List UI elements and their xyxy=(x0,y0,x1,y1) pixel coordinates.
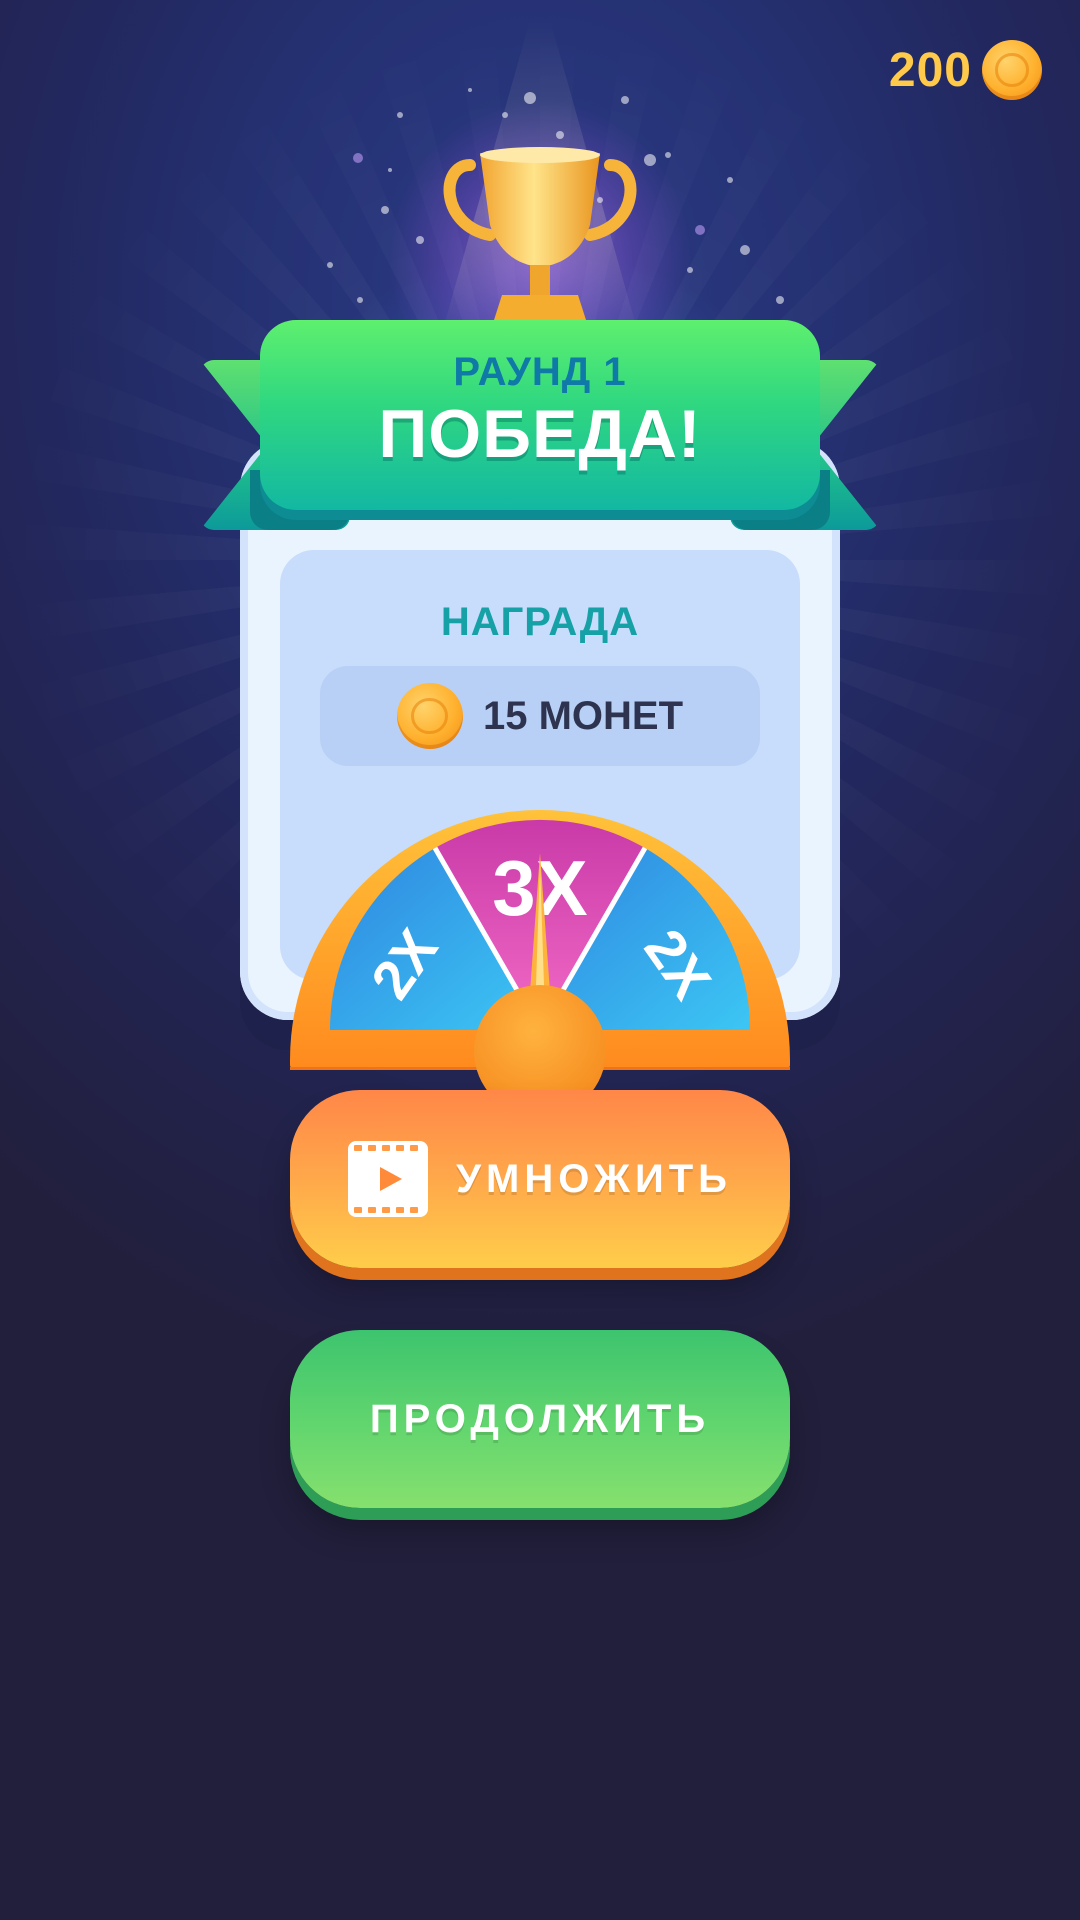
multiplier-wheel: 2X 3X 2X xyxy=(290,810,790,1117)
coin-counter: 200 xyxy=(889,40,1042,100)
coin-icon xyxy=(982,40,1042,100)
round-label: РАУНД 1 xyxy=(453,350,627,394)
continue-button-label: ПРОДОЛЖИТЬ xyxy=(369,1396,711,1441)
trophy-icon xyxy=(443,147,637,320)
reward-label: НАГРАДА xyxy=(440,600,640,644)
continue-button[interactable]: ПРОДОЛЖИТЬ xyxy=(290,1330,790,1508)
victory-title: ПОБЕДА! xyxy=(378,396,702,472)
reward-amount: 15 МОНЕТ xyxy=(320,666,760,766)
multiply-button-label: УМНОЖИТЬ xyxy=(456,1156,732,1201)
coin-icon xyxy=(396,683,463,749)
reward-amount-text: 15 МОНЕТ xyxy=(482,693,684,738)
coin-count: 200 xyxy=(888,43,972,97)
multiply-button[interactable]: УМНОЖИТЬ xyxy=(290,1090,790,1268)
video-play-icon xyxy=(348,1141,429,1217)
